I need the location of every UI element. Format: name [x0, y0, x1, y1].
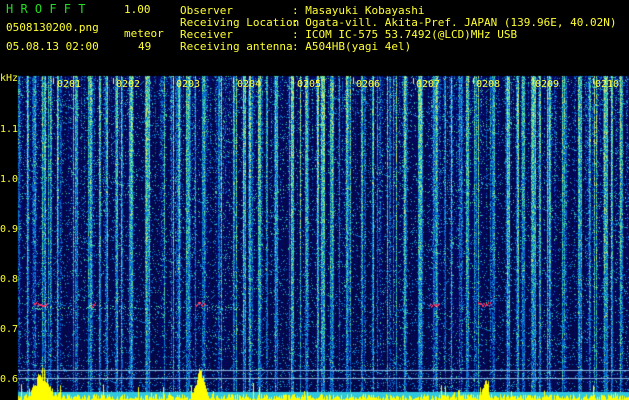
- y-tick: 1.0: [0, 174, 19, 185]
- time-label: 0201: [57, 79, 82, 90]
- file-name: 0508130200.png: [6, 21, 99, 34]
- time-label: 0210: [595, 79, 620, 90]
- time-label: 0204: [237, 79, 262, 90]
- time-label: 0202: [116, 79, 141, 90]
- y-tick: 0.9: [0, 224, 19, 235]
- y-tick: 1.1: [0, 124, 19, 135]
- time-label: 0206: [356, 79, 381, 90]
- antenna-value: : A504HB(yagi 4el): [292, 40, 412, 53]
- time-label: 0203: [176, 79, 201, 90]
- date-time: 05.08.13 02:00: [6, 40, 99, 53]
- time-label: 0208: [476, 79, 501, 90]
- meteor-count: 49: [138, 40, 152, 53]
- meteor-label: meteor: [124, 27, 164, 40]
- antenna-label: Receiving antenna: [180, 40, 293, 53]
- y-axis-unit: kHz: [0, 73, 19, 84]
- spectrogram-canvas: [0, 0, 629, 400]
- time-label: 0209: [535, 79, 560, 90]
- y-tick: 0.8: [0, 274, 19, 285]
- y-tick: 0.6: [0, 374, 19, 385]
- time-label: 0205: [297, 79, 322, 90]
- time-label: 0207: [416, 79, 441, 90]
- app-title: H R O F F T: [6, 2, 86, 16]
- y-tick: 0.7: [0, 324, 19, 335]
- app-version: 1.00: [124, 3, 151, 16]
